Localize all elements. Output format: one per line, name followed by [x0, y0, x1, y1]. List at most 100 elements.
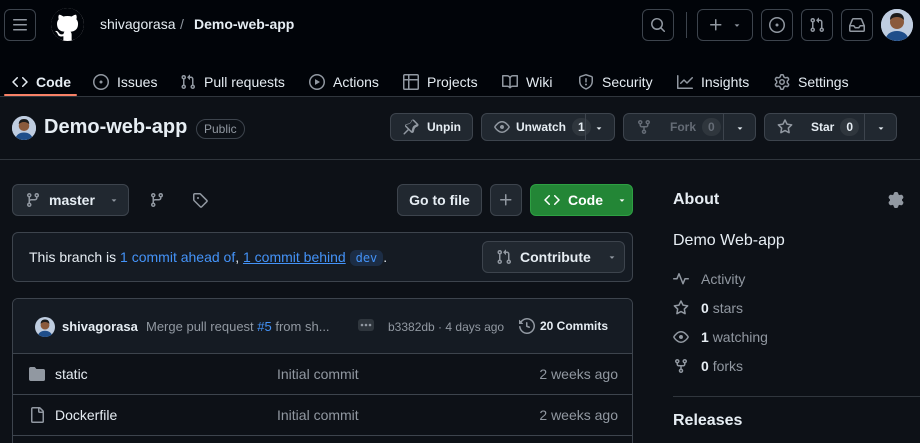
fork-label: Fork	[670, 120, 697, 134]
tab-security[interactable]: Security	[578, 64, 653, 100]
tags-link[interactable]	[184, 184, 216, 216]
contribute-label: Contribute	[520, 249, 591, 265]
git-pull-request-icon	[810, 17, 825, 33]
edit-about-button[interactable]	[880, 184, 912, 216]
split-divider	[864, 114, 865, 140]
tab-pull-requests[interactable]: Pull requests	[180, 64, 285, 100]
issues-button[interactable]	[761, 9, 793, 41]
star-icon	[777, 119, 793, 134]
breadcrumb-separator: /	[180, 16, 184, 32]
triangle-down-icon	[734, 24, 740, 27]
forks-link[interactable]: 0 forks	[673, 356, 743, 376]
star-icon	[673, 300, 689, 315]
repo-description: Demo Web-app	[673, 232, 785, 249]
ellipsis-icon	[360, 323, 372, 327]
commit-message-suffix: from sh...	[271, 319, 330, 334]
commit-sha-time[interactable]: b3382db · 4 days ago	[388, 320, 504, 334]
branches-link[interactable]	[141, 184, 173, 216]
commit-message[interactable]: Merge pull request #5 from sh...	[146, 319, 330, 334]
gear-icon	[888, 192, 904, 208]
fork-count: 0	[702, 118, 721, 136]
table-icon	[403, 74, 419, 90]
commit-pr-link[interactable]: #5	[257, 319, 271, 334]
target-branch-badge[interactable]: dev	[349, 250, 384, 266]
releases-heading[interactable]: Releases	[673, 412, 742, 430]
file-row-dockerfile[interactable]: Dockerfile Initial commit 2 weeks ago	[13, 395, 632, 436]
create-new-button[interactable]	[697, 9, 753, 41]
repo-owner-avatar[interactable]	[12, 116, 36, 140]
file-icon	[31, 407, 44, 423]
star-count: 0	[840, 118, 860, 136]
tab-actions-label: Actions	[333, 74, 379, 90]
contribute-button[interactable]: Contribute	[482, 241, 625, 273]
breadcrumb-repo[interactable]: Demo-web-app	[194, 16, 294, 32]
search-icon	[651, 18, 666, 33]
github-logo[interactable]	[51, 8, 84, 41]
unwatch-label: Unwatch	[516, 120, 567, 134]
triangle-down-icon	[111, 199, 117, 202]
active-tab-indicator	[4, 94, 77, 96]
unpin-button[interactable]: Unpin	[390, 113, 473, 141]
go-to-file-button[interactable]: Go to file	[397, 184, 482, 216]
tab-settings[interactable]: Settings	[774, 64, 849, 100]
git-pull-request-icon	[181, 74, 196, 90]
tab-actions[interactable]: Actions	[309, 64, 379, 100]
triangle-down-icon[interactable]	[735, 123, 745, 133]
activity-link[interactable]: Activity	[673, 269, 745, 289]
tab-issues[interactable]: Issues	[93, 64, 157, 100]
star-button[interactable]: Star 0	[764, 113, 897, 141]
tab-wiki[interactable]: Wiki	[502, 64, 552, 100]
forks-count: 0	[701, 358, 709, 374]
file-commit-message[interactable]: Initial commit	[277, 366, 359, 382]
commits-ahead-link[interactable]: 1 commit ahead of	[120, 249, 235, 265]
git-branch-icon	[150, 193, 163, 208]
eye-icon	[494, 121, 510, 133]
commits-behind-link[interactable]: 1 commit behind	[243, 249, 346, 265]
triangle-down-icon[interactable]	[594, 123, 604, 133]
breadcrumb-owner[interactable]: shivagorasa	[100, 16, 176, 32]
folder-icon	[29, 367, 45, 381]
eye-icon	[673, 331, 689, 343]
history-icon	[519, 318, 535, 334]
inbox-button[interactable]	[841, 9, 873, 41]
graph-icon	[677, 75, 693, 89]
pull-requests-button[interactable]	[801, 9, 833, 41]
menu-button[interactable]	[4, 9, 36, 41]
file-name[interactable]: Dockerfile	[55, 407, 117, 423]
repo-title[interactable]: Demo-web-app	[44, 116, 187, 139]
file-row-static[interactable]: static Initial commit 2 weeks ago	[13, 354, 632, 395]
unpin-label: Unpin	[427, 120, 461, 134]
stars-link[interactable]: 0 stars	[673, 298, 743, 318]
file-name[interactable]: static	[55, 366, 88, 382]
watching-link[interactable]: 1 watching	[673, 327, 768, 347]
commit-author-avatar[interactable]	[35, 317, 55, 337]
fork-button[interactable]: Fork 0	[623, 113, 756, 141]
user-avatar[interactable]	[881, 9, 913, 41]
branch-status-prefix: This branch is	[29, 249, 121, 265]
expand-commit-message-button[interactable]	[358, 319, 374, 331]
triangle-down-icon[interactable]	[876, 123, 886, 133]
tab-wiki-label: Wiki	[526, 74, 553, 90]
tab-security-label: Security	[602, 74, 653, 90]
activity-label: Activity	[701, 271, 746, 287]
file-age: 2 weeks ago	[539, 407, 618, 423]
tag-icon	[193, 193, 208, 208]
git-pull-request-icon	[497, 249, 512, 265]
branch-status-comma: ,	[235, 249, 243, 265]
sidebar-divider	[673, 396, 920, 397]
avatar-image-icon	[12, 116, 36, 140]
tab-insights[interactable]: Insights	[677, 64, 749, 100]
play-icon	[309, 74, 325, 90]
commit-author[interactable]: shivagorasa	[62, 319, 138, 334]
file-commit-message[interactable]: Initial commit	[277, 407, 359, 423]
tab-projects[interactable]: Projects	[403, 64, 478, 100]
branch-select-button[interactable]: master	[12, 184, 129, 216]
commits-history-link[interactable]: 20 Commits	[519, 318, 608, 334]
search-button[interactable]	[642, 9, 674, 41]
add-file-button[interactable]	[490, 184, 522, 216]
triangle-down-icon	[619, 199, 625, 202]
latest-commit-bar: shivagorasa Merge pull request #5 from s…	[13, 299, 632, 354]
forks-label: forks	[712, 358, 744, 374]
unwatch-button[interactable]: Unwatch 1	[481, 113, 615, 141]
code-dropdown-button[interactable]: Code	[530, 184, 633, 216]
